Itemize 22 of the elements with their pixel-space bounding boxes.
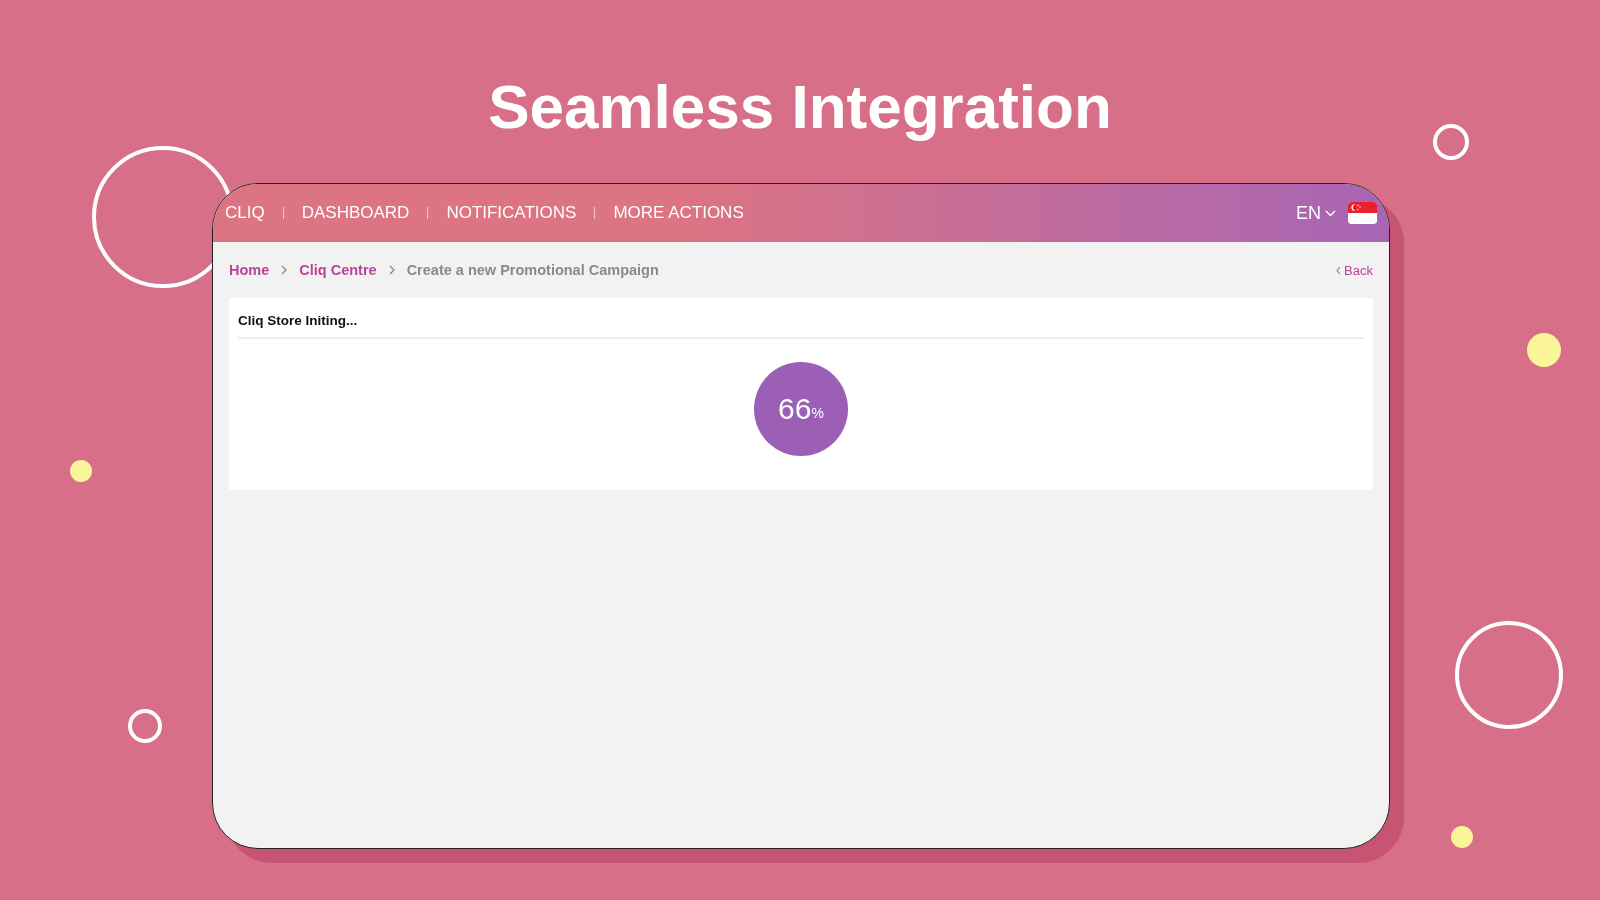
chevron-down-icon: [1325, 209, 1336, 217]
progress-value: 66: [778, 392, 812, 426]
language-selector[interactable]: EN: [1296, 202, 1336, 224]
ring-decoration: [126, 707, 164, 745]
progress-unit: %: [811, 405, 824, 421]
chevron-right-icon: [388, 265, 395, 275]
chevron-left-icon: [1336, 265, 1342, 275]
dot-decoration: [1527, 333, 1561, 367]
nav-link[interactable]: NOTIFICATIONS: [446, 203, 577, 223]
flag-icon: [1348, 202, 1377, 224]
brand-link[interactable]: CLIQ: [225, 203, 265, 223]
card-title: Cliq Store Initing...: [238, 298, 1364, 339]
breadcrumb-current: Create a new Promotional Campaign: [406, 262, 659, 278]
breadcrumb-link[interactable]: Home: [229, 262, 270, 278]
chevron-right-icon: [281, 265, 288, 275]
dot-decoration: [70, 460, 92, 482]
ring-decoration: [1431, 122, 1471, 162]
back-link[interactable]: Back: [1336, 262, 1373, 278]
breadcrumb-link[interactable]: Cliq Centre: [299, 262, 377, 278]
nav-link[interactable]: DASHBOARD: [301, 203, 410, 223]
nav-link[interactable]: MORE ACTIONS: [613, 203, 744, 223]
dot-decoration: [1451, 826, 1473, 848]
